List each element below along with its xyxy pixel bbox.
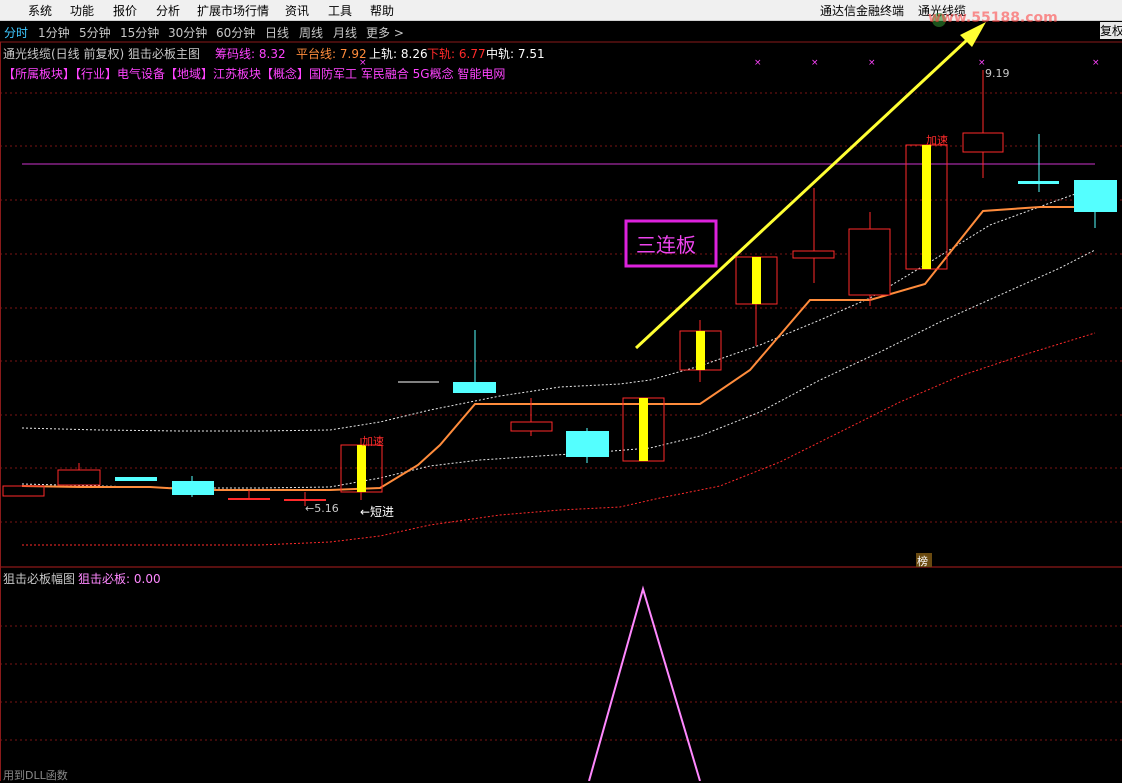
- high-price-label: 9.19: [985, 67, 1010, 80]
- sub-chart-title: 狙击必板幅图: [3, 572, 76, 586]
- upper-band-line: [21, 186, 1096, 432]
- sub-indicator-value: 0.00: [133, 572, 161, 586]
- low-price-label: ←5.16: [305, 502, 339, 515]
- price-grid: [0, 92, 1122, 741]
- candle[interactable]: [453, 382, 496, 393]
- candle[interactable]: [1018, 181, 1059, 184]
- rank-badge[interactable]: 榜: [917, 553, 928, 569]
- sniper-signal-line: [588, 585, 701, 781]
- candle[interactable]: [848, 228, 891, 296]
- sub-indicator-label: 狙击必板: [78, 572, 127, 586]
- platform-line: [21, 206, 1095, 491]
- svg-text:×: ×: [359, 58, 367, 68]
- candle[interactable]: [792, 250, 835, 259]
- accel-label-1: 加速: [362, 435, 384, 448]
- candle[interactable]: [962, 132, 1004, 153]
- candle[interactable]: [2, 485, 45, 497]
- kline-chart[interactable]: × × × × × ×: [0, 0, 1122, 781]
- svg-text:×: ×: [1092, 58, 1100, 68]
- candle[interactable]: [115, 477, 157, 481]
- sub-indicator: 狙击必板: 0.00: [78, 572, 161, 586]
- svg-text:×: ×: [754, 58, 762, 68]
- short-entry-label: ←短进: [360, 505, 395, 519]
- candle[interactable]: [566, 431, 609, 457]
- candle[interactable]: [1074, 180, 1117, 212]
- accel-label-2: 加速: [926, 134, 948, 147]
- middle-band-line: [21, 249, 1096, 489]
- candle[interactable]: [172, 481, 214, 495]
- candle[interactable]: [57, 469, 101, 486]
- candles: [2, 70, 1117, 506]
- candle[interactable]: [510, 421, 553, 432]
- three-limit-up-label: 三连板: [636, 233, 696, 257]
- lower-band-line: [22, 332, 1096, 546]
- svg-text:×: ×: [868, 58, 876, 68]
- svg-text:×: ×: [811, 58, 819, 68]
